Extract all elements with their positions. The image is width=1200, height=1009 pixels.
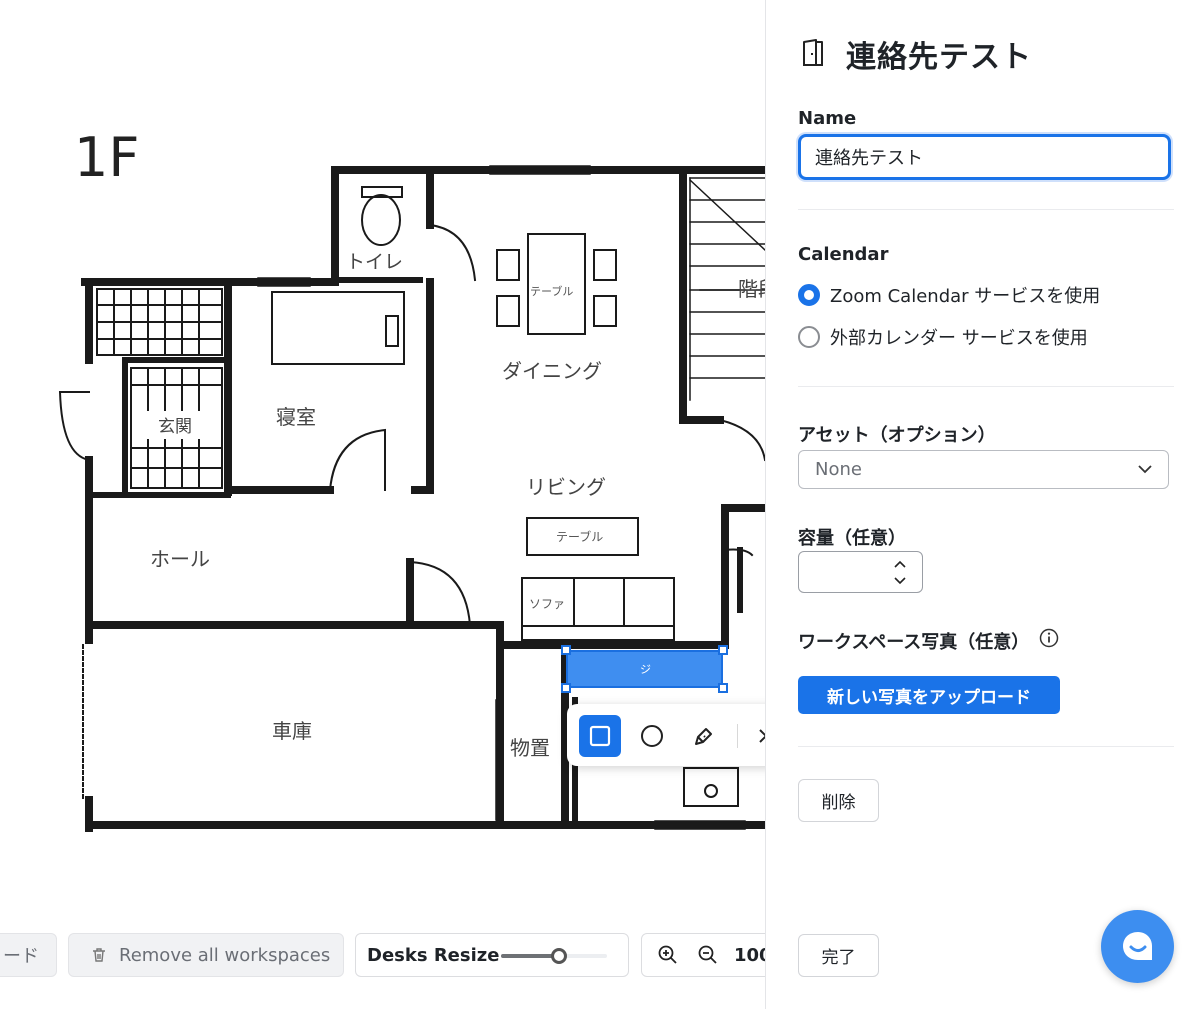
chat-button[interactable]	[1101, 910, 1174, 983]
room-label-dining: ダイニング	[502, 359, 602, 383]
upload-photo-button[interactable]: 新しい写真をアップロード	[798, 676, 1060, 714]
toolbar-separator	[737, 724, 738, 748]
partial-bottom-button[interactable]: ード	[0, 933, 57, 977]
name-input[interactable]	[798, 134, 1171, 180]
floor-label: 1F	[74, 126, 139, 189]
furniture-label-dining-table: テーブル	[530, 284, 573, 298]
divider	[798, 386, 1174, 387]
circle-icon	[641, 725, 663, 747]
stepper-down-icon[interactable]	[894, 577, 906, 585]
zoom-controls: 100	[641, 933, 765, 977]
asset-select-value: None	[815, 459, 862, 480]
close-toolbar-button[interactable]	[745, 715, 765, 757]
furniture-label-sofa: ソファ	[529, 597, 565, 611]
floorplan-canvas[interactable]: 1F トイレ 玄関 寝室 ダイニング リビング ホール 車庫 物置 階段 テーブ…	[0, 0, 765, 1009]
capacity-label: 容量（任意）	[798, 528, 906, 549]
room-label-toilet: トイレ	[346, 251, 403, 273]
remove-all-workspaces-label: Remove all workspaces	[119, 944, 331, 966]
room-label-garage: 車庫	[272, 719, 312, 743]
resize-handle-top-left[interactable]	[561, 645, 571, 655]
calendar-radio-external[interactable]	[798, 326, 820, 348]
pen-tool-button[interactable]	[683, 715, 725, 757]
trash-icon	[93, 948, 105, 962]
desks-resize-label: Desks Resize	[367, 944, 500, 966]
photo-label: ワークスペース写真（任意）	[798, 632, 1030, 653]
circle-tool-button[interactable]	[631, 715, 673, 757]
calendar-option-zoom-label: Zoom Calendar サービスを使用	[830, 286, 1101, 307]
chat-icon	[1122, 931, 1152, 960]
asset-label: アセット（オプション）	[798, 425, 996, 446]
divider	[798, 746, 1174, 747]
close-icon	[759, 729, 765, 743]
pen-icon	[695, 728, 712, 745]
app-window: 1F トイレ 玄関 寝室 ダイニング リビング ホール 車庫 物置 階段 テーブ…	[0, 0, 1200, 1009]
resize-handle-top-right[interactable]	[718, 645, 728, 655]
door-icon	[803, 39, 823, 66]
partial-bottom-button-label: ード	[3, 946, 39, 967]
capacity-input[interactable]	[798, 551, 923, 593]
name-label: Name	[798, 108, 857, 129]
info-icon[interactable]	[1039, 628, 1059, 648]
room-label-entrance: 玄関	[158, 417, 192, 437]
zoom-in-icon[interactable]	[658, 945, 678, 965]
calendar-radio-zoom[interactable]	[798, 284, 820, 306]
done-button[interactable]: 完了	[798, 934, 879, 977]
desks-resize-control: Desks Resize	[355, 933, 629, 977]
calendar-option-external-label: 外部カレンダー サービスを使用	[830, 328, 1088, 349]
resize-handle-bottom-left[interactable]	[561, 683, 571, 693]
room-label-storage: 物置	[510, 736, 550, 760]
furniture-label-living-table: テーブル	[556, 529, 603, 544]
panel-title: 連絡先テスト	[846, 40, 1032, 75]
calendar-label: Calendar	[798, 244, 889, 265]
room-label-bedroom: 寝室	[276, 405, 316, 429]
resize-handle-bottom-right[interactable]	[718, 683, 728, 693]
floorplan-drawing: 1F トイレ 玄関 寝室 ダイニング リビング ホール 車庫 物置 階段 テーブ…	[58, 126, 765, 832]
zoom-level: 100	[734, 944, 765, 966]
square-icon	[589, 725, 611, 747]
stepper-up-icon[interactable]	[894, 560, 906, 568]
calendar-option-external[interactable]: 外部カレンダー サービスを使用	[798, 324, 1088, 350]
delete-button[interactable]: 削除	[798, 779, 879, 822]
square-tool-button[interactable]	[579, 715, 621, 757]
room-label-stairs: 階段	[738, 277, 765, 301]
divider	[798, 209, 1174, 210]
calendar-option-zoom[interactable]: Zoom Calendar サービスを使用	[798, 282, 1100, 308]
room-label-living: リビング	[526, 475, 606, 499]
chevron-down-icon	[1138, 465, 1152, 474]
room-label-hall: ホール	[150, 547, 210, 571]
workspace-detail-panel: 連絡先テスト Name Calendar Zoom Calendar サービスを…	[765, 0, 1200, 1009]
remove-all-workspaces-button[interactable]: Remove all workspaces	[68, 933, 344, 977]
desks-resize-slider-knob[interactable]	[551, 948, 568, 964]
shape-toolbar	[567, 704, 765, 766]
asset-select[interactable]: None	[798, 450, 1169, 489]
workspace-marker: ジ	[640, 663, 651, 676]
zoom-out-icon[interactable]	[698, 945, 718, 965]
